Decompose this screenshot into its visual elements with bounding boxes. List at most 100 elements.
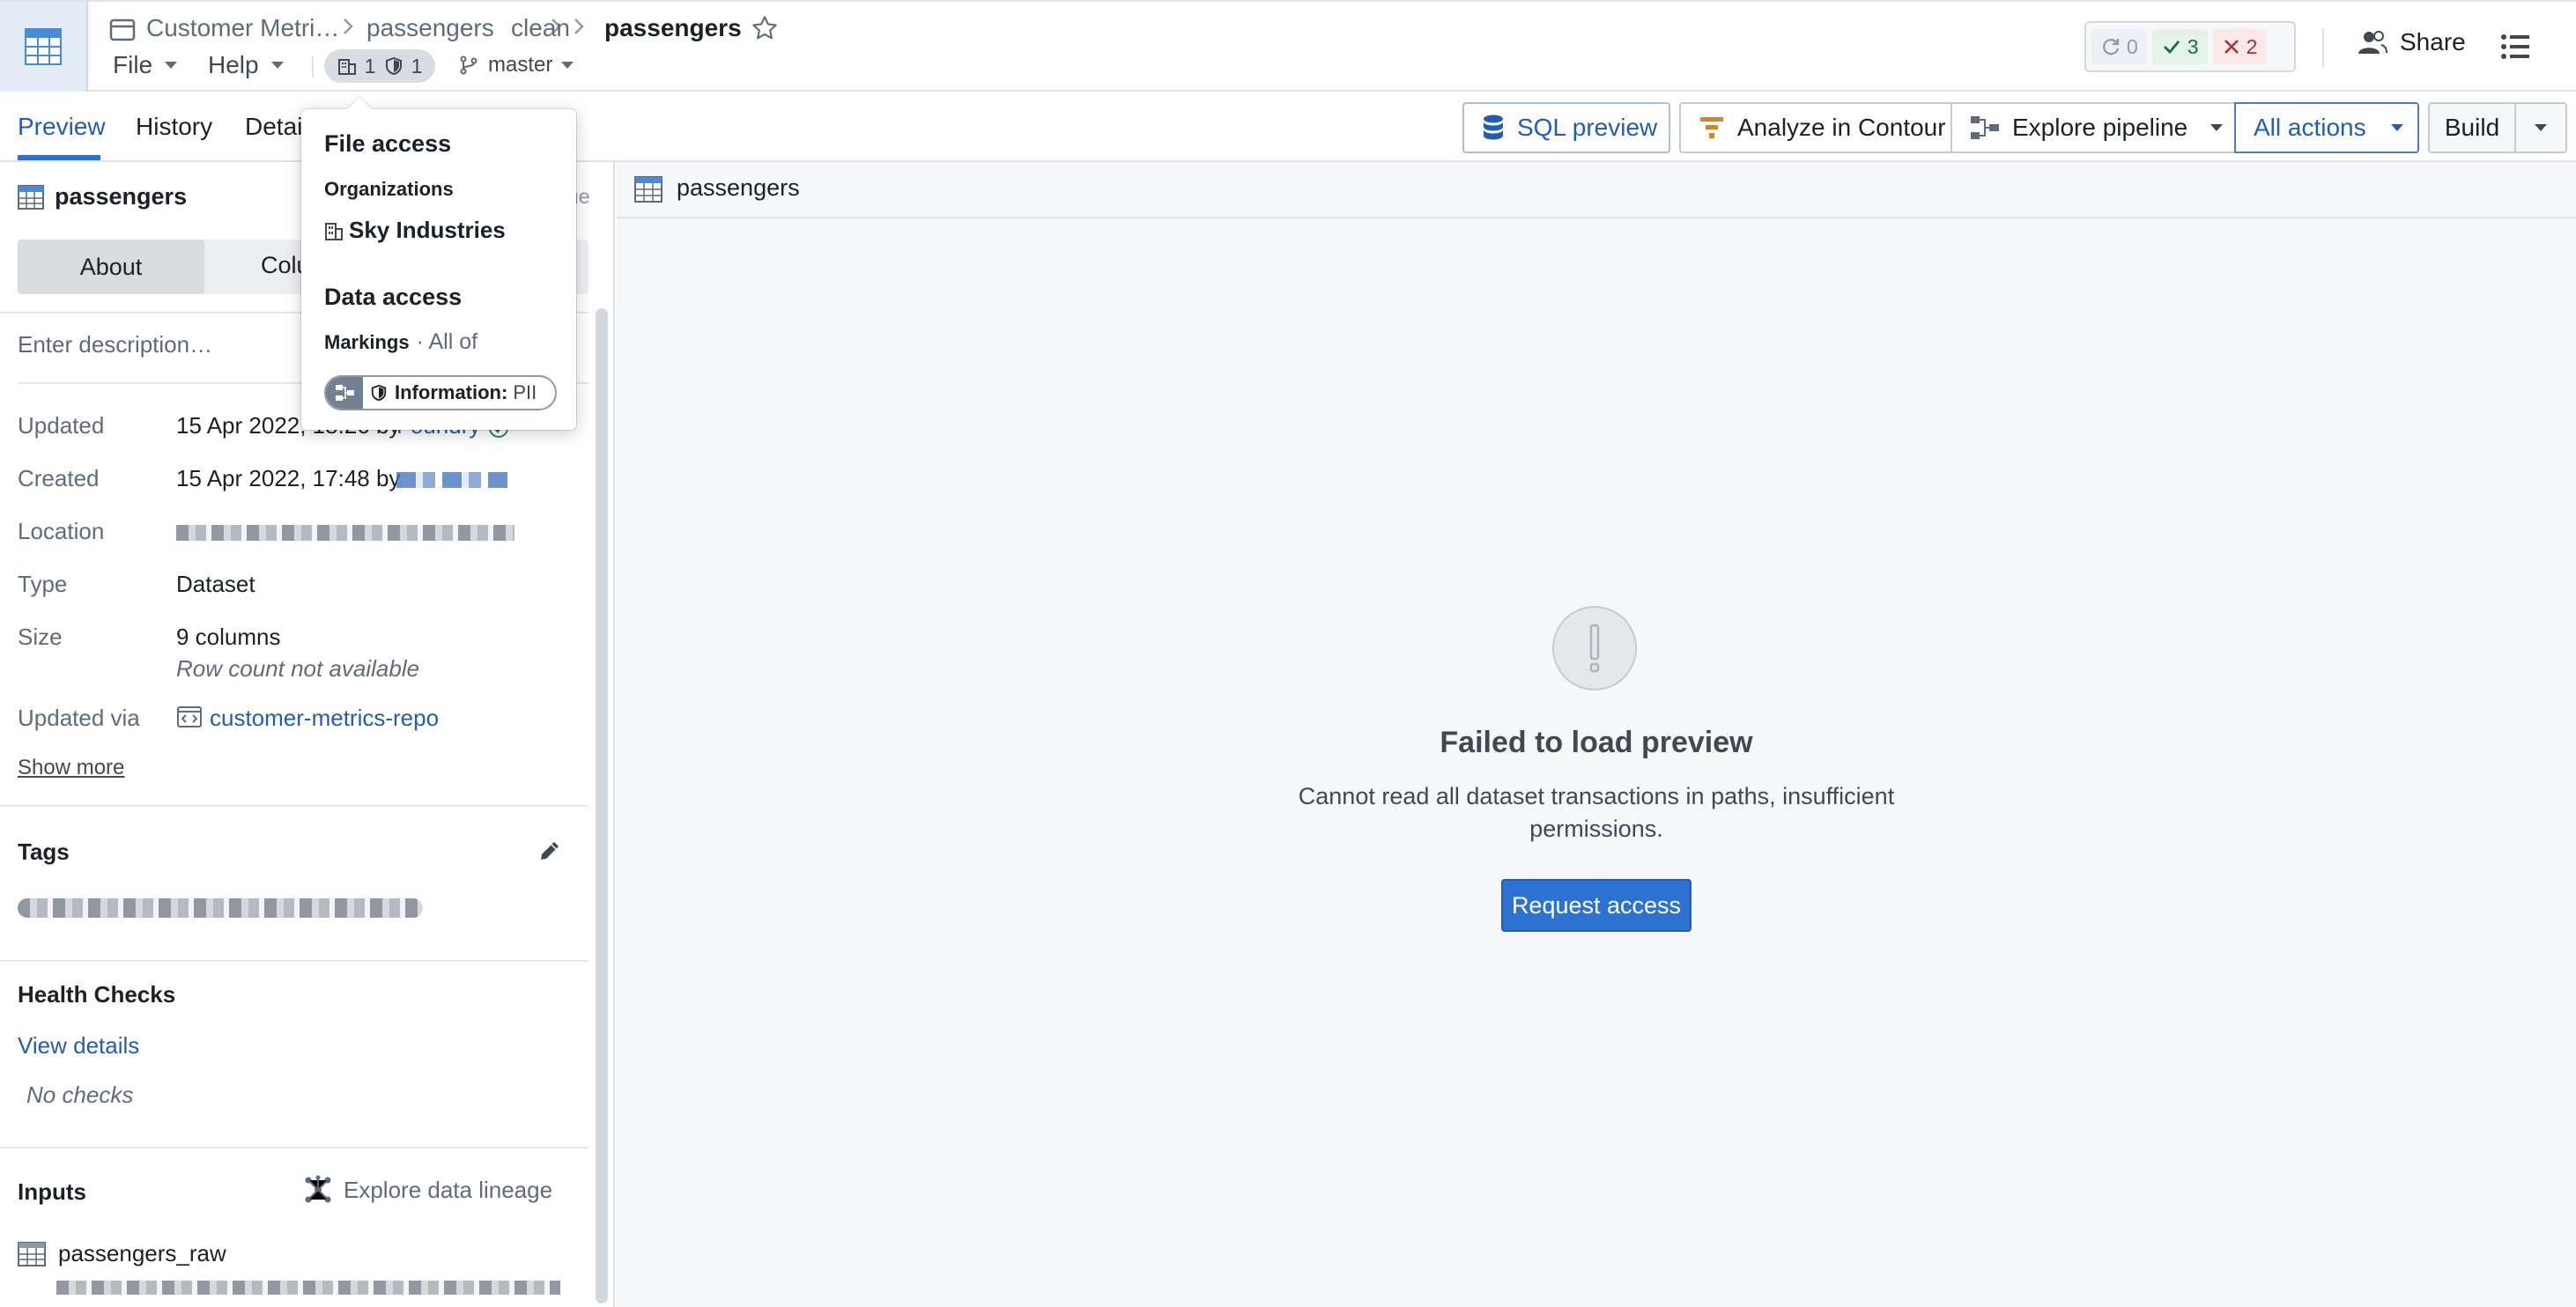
passed-count: 3 xyxy=(2187,34,2199,58)
dataset-icon xyxy=(634,176,663,203)
explore-lineage-button[interactable]: Explore data lineage xyxy=(303,1175,552,1205)
tab-history[interactable]: History xyxy=(136,113,212,141)
branch-selector[interactable]: master xyxy=(458,53,574,78)
caret-down-icon xyxy=(2390,124,2403,131)
edit-pencil-icon[interactable] xyxy=(537,838,562,863)
breadcrumb-project[interactable]: Customer Metri… xyxy=(146,14,339,42)
passed-checks-button[interactable]: 3 xyxy=(2151,29,2208,64)
shield-icon xyxy=(370,383,388,402)
file-menu-label: File xyxy=(113,51,153,78)
branch-name: master xyxy=(488,53,553,77)
project-icon xyxy=(109,18,136,42)
organizations-label: Organizations xyxy=(324,178,454,200)
database-icon xyxy=(1482,114,1505,142)
access-popover: File access Organizations Sky Industries… xyxy=(301,96,576,430)
updated-label: Updated xyxy=(18,412,105,439)
breadcrumb-folder-passengers[interactable]: passengers xyxy=(366,14,494,42)
tab-preview[interactable]: Preview xyxy=(18,113,106,141)
help-menu[interactable]: Help xyxy=(208,51,284,79)
error-exclamation-icon xyxy=(1552,606,1637,690)
tab-details[interactable]: Details xyxy=(245,113,303,141)
organization-icon xyxy=(324,220,344,241)
breadcrumb-folder-clean[interactable]: clean xyxy=(511,14,570,42)
build-options-button[interactable] xyxy=(2514,102,2567,153)
description-input[interactable]: Enter description… xyxy=(18,331,212,358)
error-title: Failed to load preview xyxy=(1440,726,1753,759)
type-label: Type xyxy=(18,571,68,597)
lineage-icon xyxy=(303,1175,333,1205)
marking-count: 1 xyxy=(411,54,423,78)
caret-down-icon xyxy=(2210,124,2224,131)
health-checks-title: Health Checks xyxy=(18,981,176,1008)
properties-list-icon[interactable] xyxy=(2500,32,2530,62)
build-button[interactable]: Build xyxy=(2428,102,2516,153)
divider xyxy=(0,1147,588,1148)
dataset-icon xyxy=(18,1242,46,1266)
file-access-title: File access xyxy=(324,130,452,157)
all-actions-button[interactable]: All actions xyxy=(2234,102,2419,153)
marking-value: PII xyxy=(513,381,537,403)
star-icon[interactable] xyxy=(751,14,779,42)
explore-pipeline-label: Explore pipeline xyxy=(2012,114,2188,141)
preview-panel: passengers Failed to load preview Cannot… xyxy=(617,162,2576,1307)
request-access-button[interactable]: Request access xyxy=(1501,879,1691,932)
input-dataset-name[interactable]: passengers_raw xyxy=(58,1240,226,1267)
organization-count: 1 xyxy=(364,54,376,78)
divider xyxy=(2322,28,2324,67)
build-label: Build xyxy=(2444,114,2500,141)
caret-down-icon xyxy=(165,62,178,69)
view-details-link[interactable]: View details xyxy=(18,1032,139,1060)
sql-preview-label: SQL preview xyxy=(1517,114,1658,141)
all-actions-label: All actions xyxy=(2254,114,2366,141)
share-button[interactable]: Share xyxy=(2358,28,2466,56)
sidebar-scrollbar[interactable] xyxy=(596,308,608,1303)
analyze-label: Analyze in Contour xyxy=(1737,114,1946,141)
explore-lineage-label: Explore data lineage xyxy=(344,1176,553,1203)
no-checks-text: No checks xyxy=(26,1082,134,1108)
page-title: passengers xyxy=(604,14,742,41)
show-more-link[interactable]: Show more xyxy=(18,756,124,780)
help-menu-label: Help xyxy=(208,51,259,78)
type-value: Dataset xyxy=(176,571,255,597)
size-value: 9 columns xyxy=(176,624,281,650)
analyze-in-contour-button[interactable]: Analyze in Contour xyxy=(1679,102,1951,153)
running-checks-button[interactable]: 0 xyxy=(2091,29,2147,64)
failed-checks-button[interactable]: 2 xyxy=(2212,29,2267,64)
sql-preview-button[interactable]: SQL preview xyxy=(1462,102,1670,153)
chevron-right-icon xyxy=(342,16,354,37)
failed-count: 2 xyxy=(2246,34,2258,58)
row-count-note: Row count not available xyxy=(176,655,420,682)
marking-category: Information: xyxy=(395,381,508,403)
divider xyxy=(0,960,588,962)
data-access-title: Data access xyxy=(324,284,463,310)
organization-icon xyxy=(337,56,357,76)
markings-row: Markings · All of xyxy=(324,329,477,355)
error-message: Cannot read all dataset transactions in … xyxy=(1298,783,1895,842)
dataset-app-icon[interactable] xyxy=(0,2,88,92)
refresh-icon xyxy=(2100,36,2121,57)
people-icon xyxy=(2358,29,2387,55)
cross-icon xyxy=(2222,37,2241,56)
repository-link[interactable]: customer-metrics-repo xyxy=(210,705,439,732)
active-tab-indicator xyxy=(18,155,100,160)
shield-icon xyxy=(384,56,403,76)
contour-icon xyxy=(1699,114,1725,141)
dataset-icon xyxy=(18,185,44,210)
marking-tag[interactable]: Information: PII xyxy=(324,375,557,410)
segment-about[interactable]: About xyxy=(18,240,204,294)
markings-label: Markings xyxy=(324,331,410,353)
preview-title-bar: passengers xyxy=(617,162,2576,218)
markings-scope: · All of xyxy=(416,329,478,354)
caret-down-icon xyxy=(2535,124,2547,131)
dataset-name: passengers xyxy=(55,183,188,210)
caret-down-icon xyxy=(270,62,284,69)
running-count: 0 xyxy=(2127,34,2138,58)
caret-down-icon xyxy=(561,62,574,69)
created-label: Created xyxy=(18,465,100,491)
access-summary-pill[interactable]: 1 1 xyxy=(324,49,435,83)
organization-item[interactable]: Sky Industries xyxy=(324,217,506,244)
explore-pipeline-button[interactable]: Explore pipeline xyxy=(1951,102,2234,153)
code-repository-icon xyxy=(176,705,203,729)
share-label: Share xyxy=(2400,28,2466,55)
file-menu[interactable]: File xyxy=(113,51,178,79)
